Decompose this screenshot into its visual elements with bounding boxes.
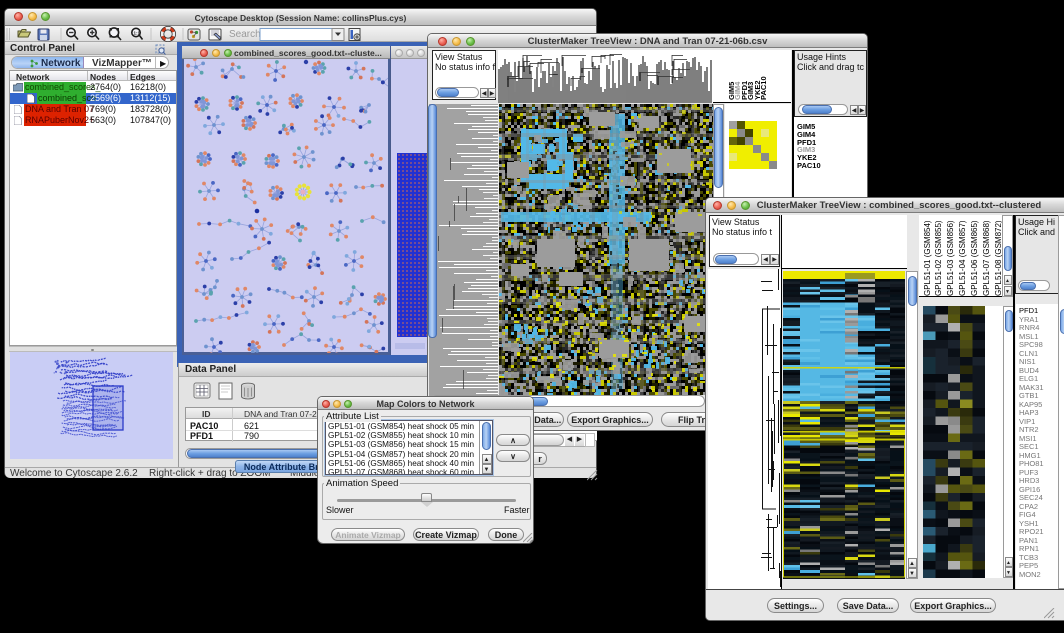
svg-text:1:1: 1:1 xyxy=(134,31,141,36)
svg-text:Search:: Search: xyxy=(229,29,263,40)
